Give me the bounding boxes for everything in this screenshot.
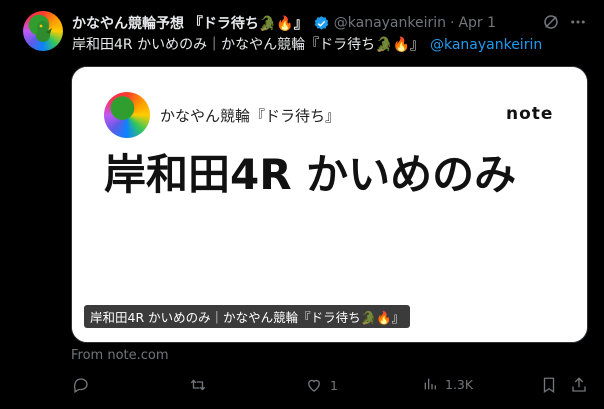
handle[interactable]: @kanayankeirin xyxy=(334,15,446,31)
tweet-header: かなやん競輪予想 『ドラ待ち🐊🔥』 @kanayankeirin · Apr 1 xyxy=(72,13,604,33)
bookmark-button[interactable] xyxy=(540,376,558,394)
tweet-text: 岸和田4R かいめのみ｜かなやん競輪『ドラ待ち🐊🔥』 @kanayankeirin xyxy=(72,36,598,54)
like-button[interactable]: 1 xyxy=(305,376,338,394)
card-image: かなやん競輪『ドラ待ち』 note 岸和田4R かいめのみ 岸和田4R かいめの… xyxy=(72,67,587,342)
display-name[interactable]: かなやん競輪予想 『ドラ待ち🐊🔥』 xyxy=(72,13,308,33)
views-icon xyxy=(424,378,436,390)
retweet-button[interactable] xyxy=(189,376,214,394)
link-card[interactable]: かなやん競輪『ドラ待ち』 note 岸和田4R かいめのみ 岸和田4R かいめの… xyxy=(71,66,588,343)
retweet-icon xyxy=(190,379,206,391)
verified-icon xyxy=(313,15,330,32)
tweet-body: 岸和田4R かいめのみ｜かなやん競輪『ドラ待ち🐊🔥』 xyxy=(72,37,424,53)
share-button[interactable] xyxy=(570,376,588,394)
note-logo: note xyxy=(506,104,554,124)
card-avatar xyxy=(104,92,150,138)
avatar[interactable] xyxy=(23,11,63,51)
timestamp[interactable]: Apr 1 xyxy=(458,15,496,31)
card-author: かなやん競輪『ドラ待ち』 xyxy=(160,107,341,125)
card-caption: 岸和田4R かいめのみ｜かなやん競輪『ドラ待ち🐊🔥』 xyxy=(84,305,411,328)
dragon-avatar-icon xyxy=(35,20,52,42)
views-button[interactable]: 1.3K xyxy=(422,376,473,392)
share-icon xyxy=(572,377,586,392)
action-bar: 1 1.3K xyxy=(0,376,604,398)
mention-link[interactable]: @kanayankeirin xyxy=(430,37,542,53)
card-source[interactable]: From note.com xyxy=(71,348,169,363)
reply-button[interactable] xyxy=(72,376,97,394)
separator-dot: · xyxy=(450,15,455,31)
more-icon[interactable] xyxy=(569,13,587,35)
grok-icon[interactable] xyxy=(542,13,560,35)
like-count: 1 xyxy=(330,377,338,393)
like-icon xyxy=(308,379,320,392)
bookmark-icon xyxy=(543,377,555,394)
card-title: 岸和田4R かいめのみ xyxy=(104,150,517,199)
views-count: 1.3K xyxy=(445,376,474,392)
reply-icon xyxy=(73,378,88,393)
